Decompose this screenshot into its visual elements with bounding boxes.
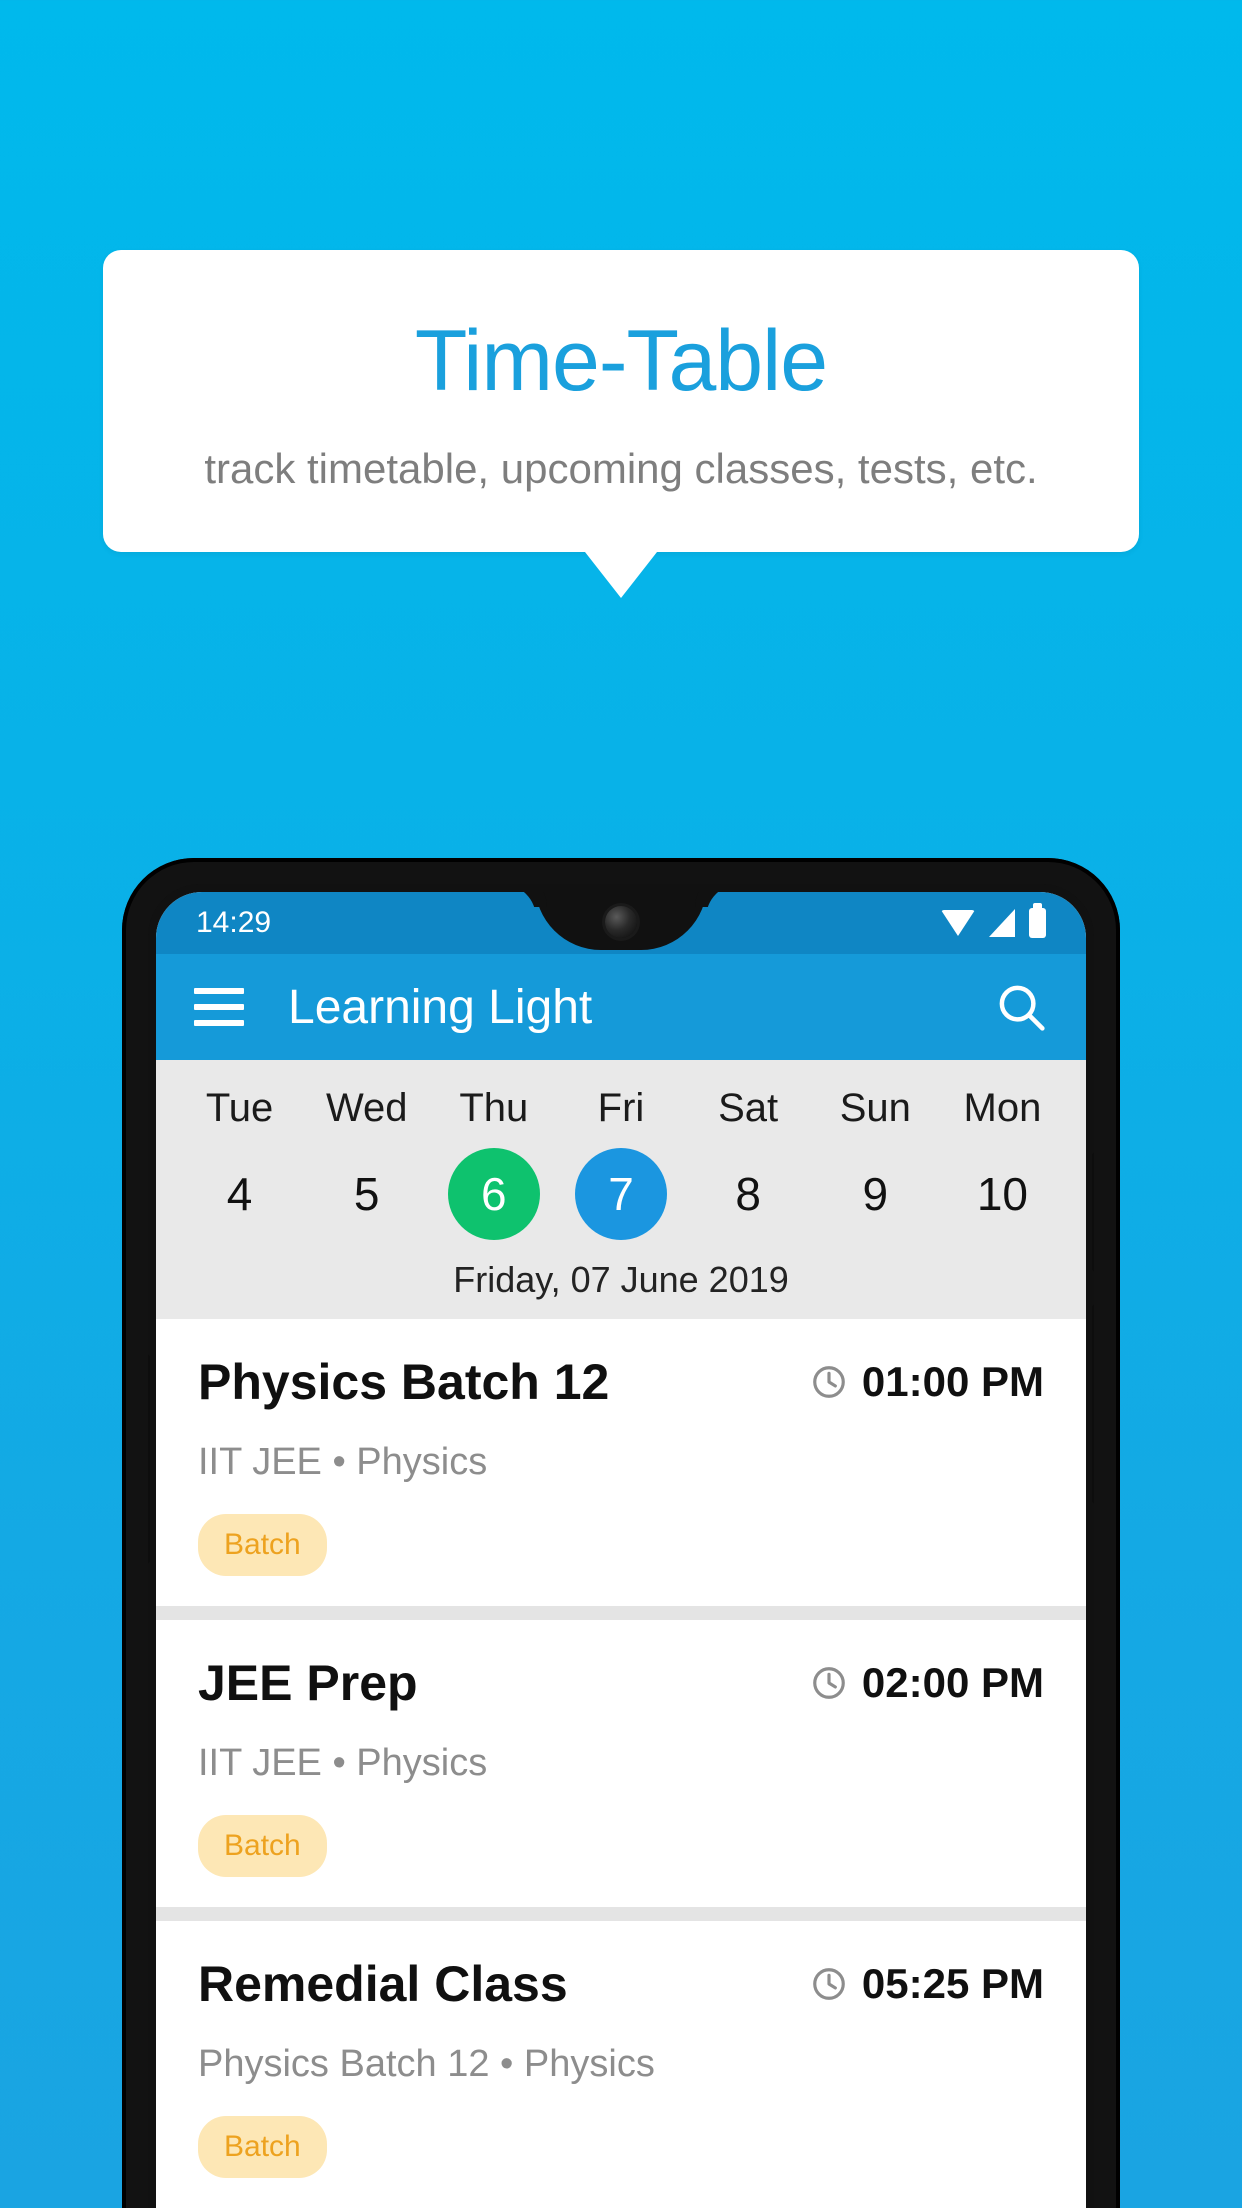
app-bar: Learning Light	[156, 954, 1086, 1060]
date-cell-10[interactable]: 10	[939, 1139, 1066, 1249]
status-bar-icons	[941, 903, 1046, 938]
class-time: 02:00 PM	[861, 1659, 1044, 1706]
class-card[interactable]: JEE Prep 02:00 PM IIT JEE • Physics Batc…	[156, 1620, 1086, 1907]
date-cell-8[interactable]: 8	[685, 1139, 812, 1249]
clock-icon	[813, 1968, 845, 2000]
class-card-header: Remedial Class 05:25 PM	[198, 1955, 1044, 2013]
phone-screen: 14:29 Learning Light Tue Wed Thu Fri Sat…	[156, 892, 1086, 2208]
battery-icon	[1029, 903, 1046, 938]
class-subtitle: IIT JEE • Physics	[198, 1441, 488, 1483]
class-subtitle: IIT JEE • Physics	[198, 1742, 488, 1784]
date-number: 5	[353, 1168, 380, 1220]
wifi-icon	[941, 910, 975, 936]
date-number: 10	[976, 1168, 1028, 1220]
date-number: 6	[447, 1148, 540, 1240]
status-bar-time: 14:29	[196, 906, 272, 939]
weekday-label: Fri	[597, 1086, 645, 1130]
weekday-label: Sat	[718, 1086, 779, 1130]
date-number: 9	[862, 1168, 889, 1220]
hamburger-menu-icon[interactable]	[194, 988, 244, 1026]
hamburger-bar	[194, 1020, 244, 1026]
date-cell-9[interactable]: 9	[812, 1139, 939, 1249]
weekday-label: Tue	[205, 1086, 274, 1130]
date-cell-7-selected[interactable]: 7	[557, 1139, 684, 1249]
class-card-header: JEE Prep 02:00 PM	[198, 1654, 1044, 1712]
date-cell-6-today[interactable]: 6	[430, 1139, 557, 1249]
class-time: 05:25 PM	[861, 1960, 1044, 2007]
phone-volume-button[interactable]	[1092, 1304, 1094, 1504]
class-title: JEE Prep	[198, 1655, 418, 1711]
date-number: 8	[735, 1168, 761, 1220]
date-strip: Tue Wed Thu Fri Sat Sun Mon 4 5 6 7 8 9 …	[156, 1060, 1086, 1319]
class-card[interactable]: Remedial Class 05:25 PM Physics Batch 12…	[156, 1921, 1086, 2208]
class-title: Physics Batch 12	[198, 1354, 610, 1410]
weekday-label: Sun	[839, 1086, 911, 1130]
class-subtitle: Physics Batch 12 • Physics	[198, 2043, 655, 2085]
signal-icon	[989, 909, 1015, 937]
clock-icon	[813, 1667, 845, 1699]
phone-mockup: 14:29 Learning Light Tue Wed Thu Fri Sat…	[122, 858, 1120, 2208]
promo-title: Time-Table	[414, 313, 828, 409]
class-title: Remedial Class	[198, 1956, 568, 2012]
date-number: 4	[226, 1168, 253, 1220]
promo-bubble: Time-Table track timetable, upcoming cla…	[103, 250, 1139, 599]
class-card-header: Physics Batch 12 01:00 PM	[198, 1353, 1044, 1411]
class-badge: Batch	[198, 1514, 327, 1576]
class-card[interactable]: Physics Batch 12 01:00 PM IIT JEE • Phys…	[156, 1319, 1086, 1606]
weekday-row: Tue Wed Thu Fri Sat Sun Mon	[156, 1074, 1086, 1139]
promo-bubble-tail	[585, 552, 657, 599]
status-bar: 14:29	[156, 892, 1086, 954]
date-number-row: 4 5 6 7 8 9 10	[156, 1139, 1086, 1249]
class-time-group: 05:25 PM	[810, 1960, 1044, 2008]
clock-icon	[813, 1366, 845, 1398]
class-badge: Batch	[198, 1815, 327, 1877]
selected-date-label: Friday, 07 June 2019	[453, 1259, 789, 1300]
hamburger-bar	[194, 988, 244, 994]
date-number: 7	[574, 1148, 667, 1240]
date-cell-4[interactable]: 4	[176, 1139, 303, 1249]
phone-power-button[interactable]	[1092, 1152, 1094, 1272]
class-list: Physics Batch 12 01:00 PM IIT JEE • Phys…	[156, 1319, 1086, 2208]
class-time-group: 02:00 PM	[810, 1659, 1044, 1707]
front-camera-icon	[605, 906, 637, 938]
app-title: Learning Light	[288, 980, 593, 1034]
phone-left-button[interactable]	[148, 1354, 150, 1564]
promo-bubble-body: Time-Table track timetable, upcoming cla…	[103, 250, 1139, 553]
class-time-group: 01:00 PM	[810, 1358, 1044, 1406]
hamburger-bar	[194, 1004, 244, 1010]
date-cell-5[interactable]: 5	[303, 1139, 430, 1249]
weekday-label: Wed	[325, 1086, 408, 1130]
class-badge: Batch	[198, 2116, 327, 2178]
search-icon[interactable]	[994, 980, 1048, 1034]
promo-subtitle: track timetable, upcoming classes, tests…	[204, 445, 1038, 492]
class-time: 01:00 PM	[861, 1358, 1044, 1405]
weekday-label: Mon	[963, 1086, 1042, 1130]
weekday-label: Thu	[459, 1086, 529, 1130]
phone-bezel: 14:29 Learning Light Tue Wed Thu Fri Sat…	[148, 884, 1094, 2208]
